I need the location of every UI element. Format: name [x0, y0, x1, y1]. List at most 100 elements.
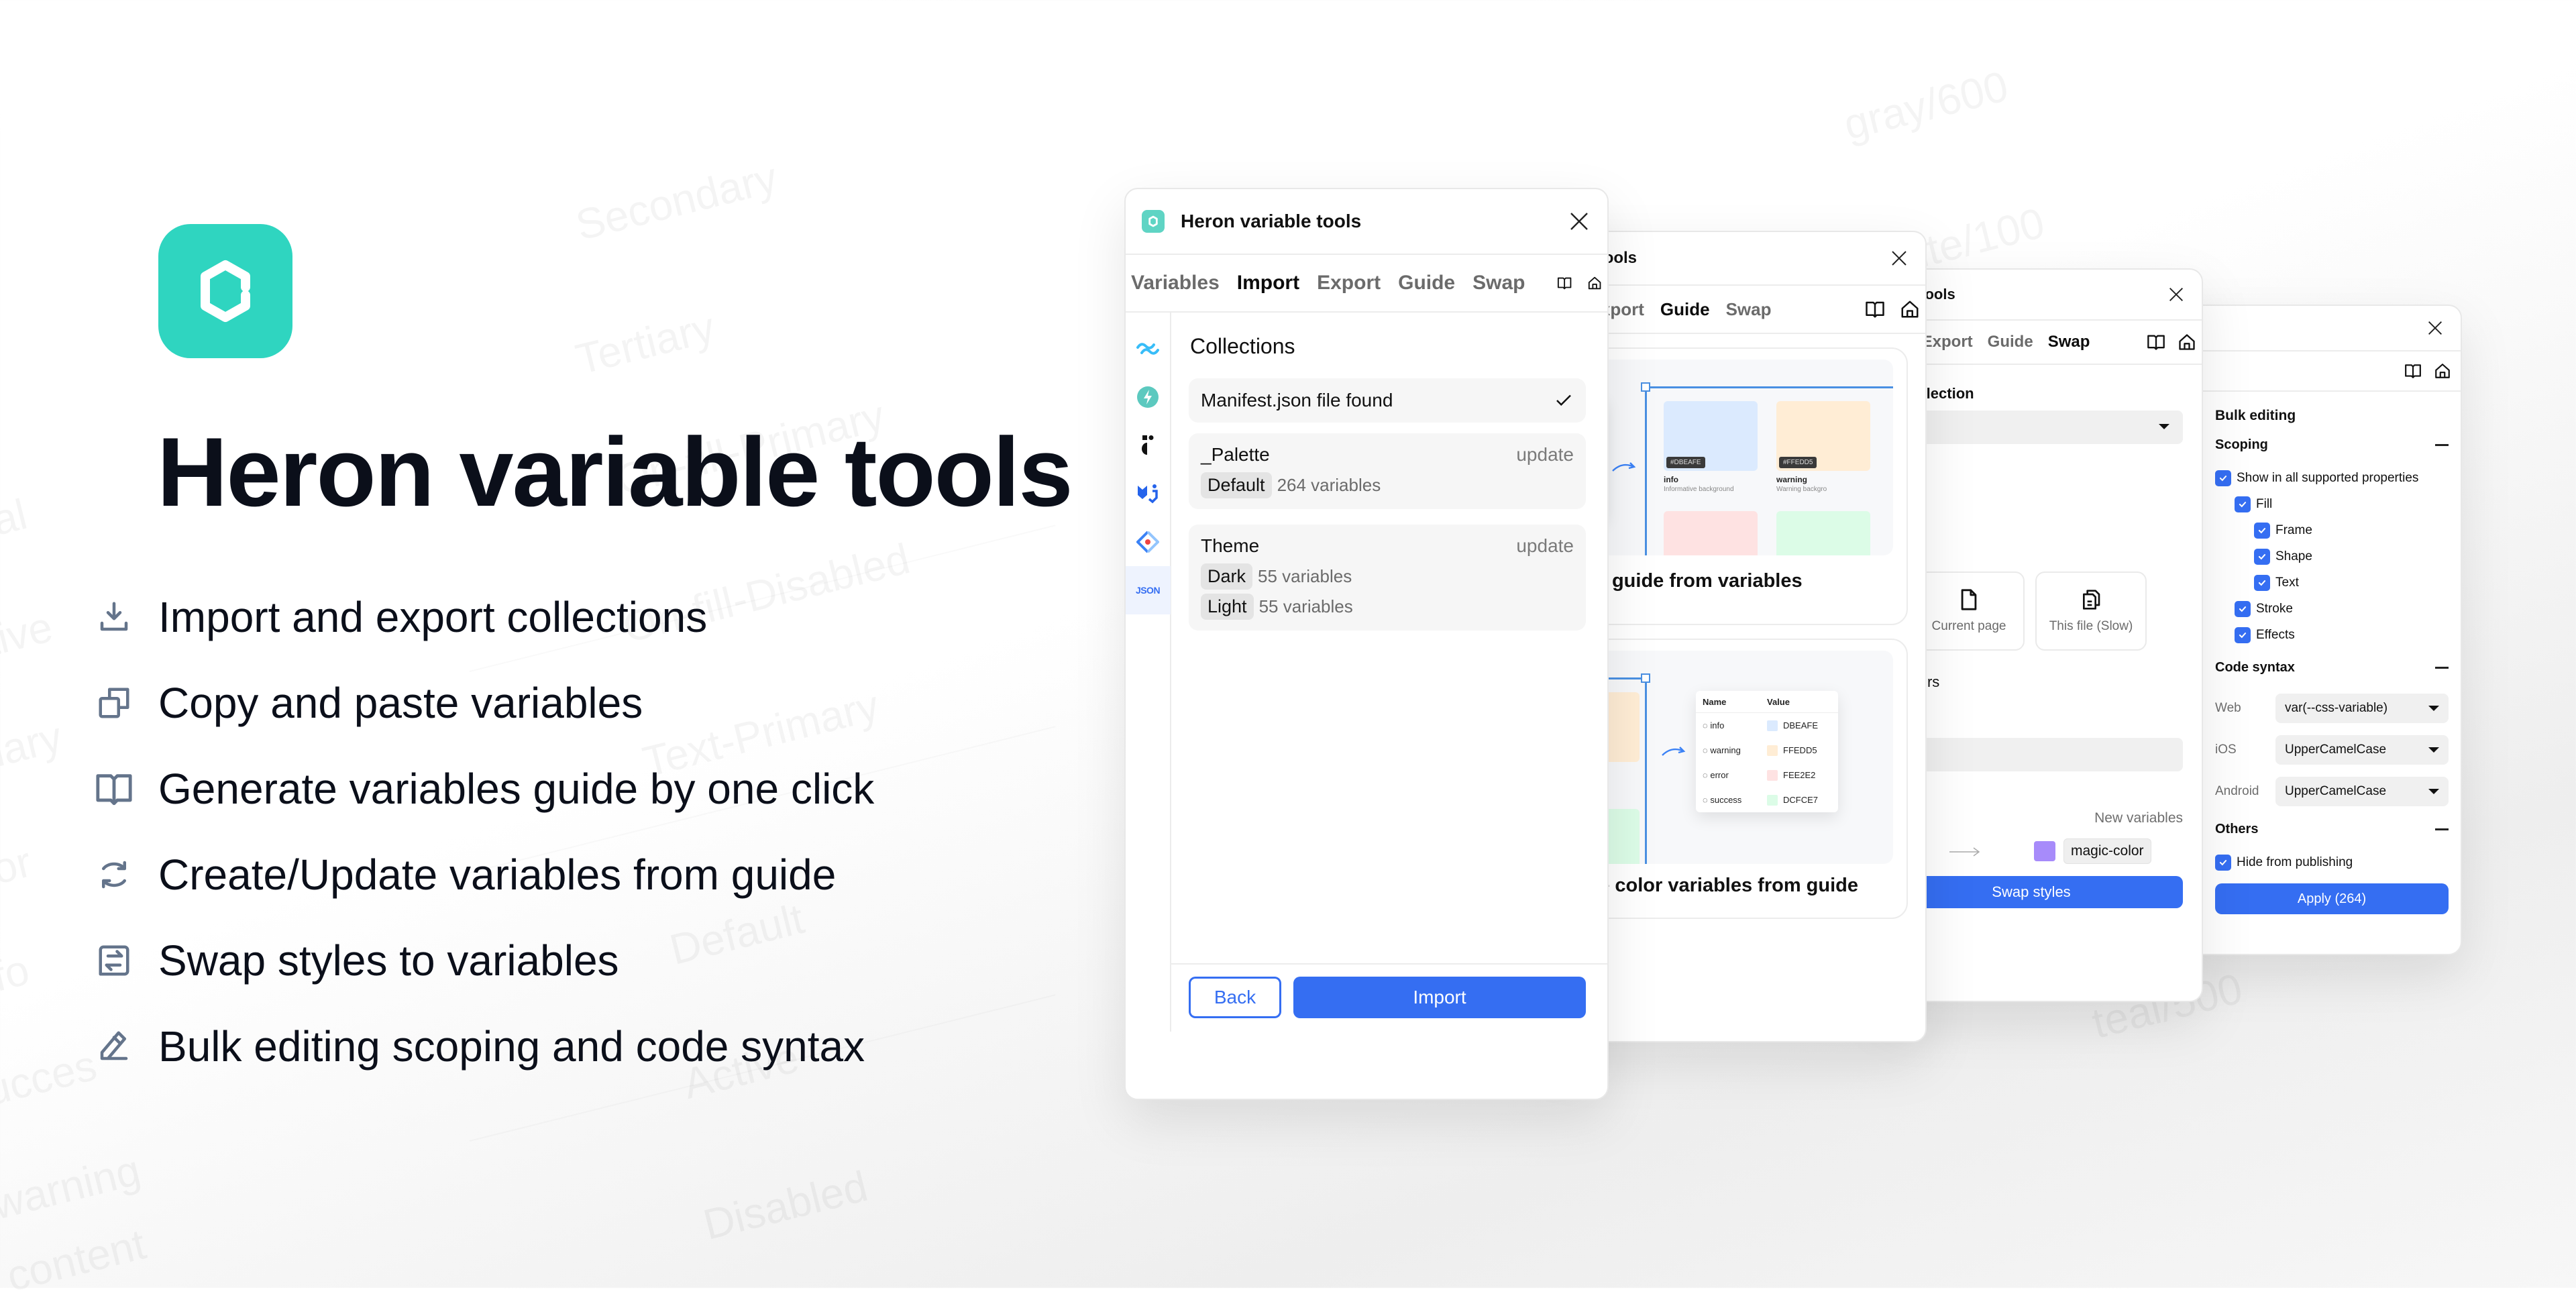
others-header: Others: [2215, 822, 2449, 837]
hero-title: Heron variable tools: [157, 417, 1073, 527]
watermark: gray/600: [1839, 61, 2013, 150]
caret-down-icon: [2428, 747, 2439, 753]
book-open-icon[interactable]: [1865, 299, 1885, 319]
book-open-icon[interactable]: [1557, 272, 1572, 294]
source-rail: JSON: [1126, 313, 1171, 1032]
source-bolt[interactable]: [1126, 373, 1171, 421]
collapse-icon[interactable]: [2435, 667, 2449, 669]
select-value: UpperCamelCase: [2285, 784, 2387, 798]
download-icon: [93, 596, 136, 639]
back-button[interactable]: Back: [1189, 977, 1281, 1018]
window-header: Heron variable tools: [1126, 189, 1607, 255]
checkbox-checked[interactable]: [2235, 600, 2251, 617]
checkbox-label: Hide from publishing: [2237, 855, 2353, 869]
tab-export[interactable]: Export: [1317, 272, 1381, 294]
book-open-icon[interactable]: [2147, 333, 2165, 351]
checkbox-checked[interactable]: [2254, 522, 2270, 539]
scope-checkbox-row[interactable]: Fill: [2215, 491, 2461, 517]
collapse-icon[interactable]: [2435, 828, 2449, 830]
checkbox-checked[interactable]: [2215, 854, 2231, 871]
checkbox-checked[interactable]: [2235, 626, 2251, 643]
figma-tokens-icon: [1142, 435, 1154, 455]
tab-variables[interactable]: Variables: [1131, 272, 1220, 294]
refresh-icon: [93, 853, 136, 896]
checkbox-label: Fill: [2256, 496, 2273, 511]
source-diamond[interactable]: [1126, 518, 1171, 566]
source-json[interactable]: JSON: [1126, 566, 1171, 614]
checkbox-label: Text: [2275, 575, 2299, 590]
tab-swap[interactable]: Swap: [1726, 299, 1772, 320]
app-icon: [1142, 210, 1165, 233]
tab-swap[interactable]: Swap: [2048, 333, 2090, 351]
bulk-editing-body: Bulk editing Scoping Show in all support…: [2168, 392, 2461, 914]
tile-name: info: [1664, 475, 1678, 484]
import-button[interactable]: Import: [1293, 977, 1586, 1018]
source-mui[interactable]: [1126, 470, 1171, 518]
mode-row: Light 55 variables: [1201, 594, 1574, 620]
tab-bar: Variables Import Export Guide Swap: [1126, 255, 1607, 313]
color-tile: [1776, 511, 1870, 555]
feature-text: Import and export collections: [158, 593, 708, 641]
scope-option-current-page[interactable]: Current page: [1913, 571, 2025, 651]
tab-guide[interactable]: Guide: [1660, 299, 1710, 320]
apply-button[interactable]: Apply (264): [2215, 883, 2449, 914]
tailwind-icon: [1136, 343, 1159, 355]
home-icon[interactable]: [1900, 299, 1920, 319]
collapse-icon[interactable]: [2435, 444, 2449, 446]
close-icon[interactable]: [2167, 285, 2186, 304]
tab-guide[interactable]: Guide: [1988, 333, 2033, 351]
ios-syntax-select[interactable]: UpperCamelCase: [2275, 735, 2449, 765]
close-icon[interactable]: [1889, 248, 1909, 268]
scope-checkbox-row[interactable]: Show in all supported properties: [2215, 465, 2461, 491]
mui-icon: [1138, 484, 1158, 504]
checkbox-checked[interactable]: [2254, 548, 2270, 565]
home-icon[interactable]: [1587, 272, 1602, 294]
web-syntax-select[interactable]: var(--css-variable): [2275, 694, 2449, 723]
tile-description: Informative background: [1664, 486, 1734, 493]
tab-guide[interactable]: Guide: [1398, 272, 1455, 294]
tab-export[interactable]: Export: [1922, 333, 1973, 351]
scope-checkbox-row[interactable]: Text: [2215, 569, 2461, 596]
feature-text: Copy and paste variables: [158, 679, 643, 727]
watermark: n content: [0, 1219, 150, 1310]
color-tile: #DBEAFE: [1664, 401, 1758, 471]
scope-option-this-file[interactable]: This file (Slow): [2035, 571, 2147, 651]
check-icon: [1556, 394, 1571, 406]
syntax-row: Web var(--css-variable): [2215, 688, 2461, 729]
color-tile: #FFEDD5: [1776, 401, 1870, 471]
watermark: Tertiary: [571, 302, 719, 384]
pencil-icon: [93, 1025, 136, 1068]
tile-description: Warning backgro: [1776, 486, 1827, 493]
scope-checkbox-row[interactable]: Effects: [2215, 622, 2461, 648]
tab-import[interactable]: Import: [1237, 272, 1299, 294]
close-icon[interactable]: [1567, 209, 1591, 233]
update-link[interactable]: update: [1516, 535, 1574, 557]
feature-item: Create/Update variables from guide: [93, 832, 874, 918]
window-header: [2168, 306, 2461, 351]
tile-name: warning: [1776, 475, 1808, 484]
window-title: able tools: [1886, 286, 1955, 303]
checkbox-checked[interactable]: [2215, 470, 2231, 486]
color-swatch: [2034, 841, 2055, 861]
checkbox-checked[interactable]: [2254, 574, 2270, 591]
close-icon[interactable]: [2426, 319, 2445, 337]
android-syntax-select[interactable]: UpperCamelCase: [2275, 777, 2449, 806]
home-icon[interactable]: [2434, 362, 2451, 380]
import-main: JSON Collections Manifest.json file foun…: [1126, 313, 1607, 1032]
scope-checkbox-row[interactable]: Frame: [2215, 517, 2461, 543]
new-variable-chip: magic-color: [2063, 838, 2151, 864]
checkbox-checked[interactable]: [2235, 496, 2251, 512]
book-open-icon[interactable]: [2404, 362, 2422, 380]
collections-panel: Collections Manifest.json file found _Pa…: [1171, 313, 1607, 1032]
home-icon[interactable]: [2178, 333, 2196, 351]
tab-swap[interactable]: Swap: [1472, 272, 1525, 294]
scope-checkbox-row[interactable]: Stroke: [2215, 596, 2461, 622]
scope-checkbox-row[interactable]: Shape: [2215, 543, 2461, 569]
variable-count: 55 variables: [1258, 566, 1352, 586]
source-figma-tokens[interactable]: [1126, 421, 1171, 470]
others-checkbox-row[interactable]: Hide from publishing: [2215, 849, 2461, 875]
caret-down-icon: [2159, 424, 2169, 429]
source-tailwind[interactable]: [1126, 325, 1171, 373]
update-link[interactable]: update: [1516, 444, 1574, 466]
mode-chip: Dark: [1201, 563, 1253, 590]
